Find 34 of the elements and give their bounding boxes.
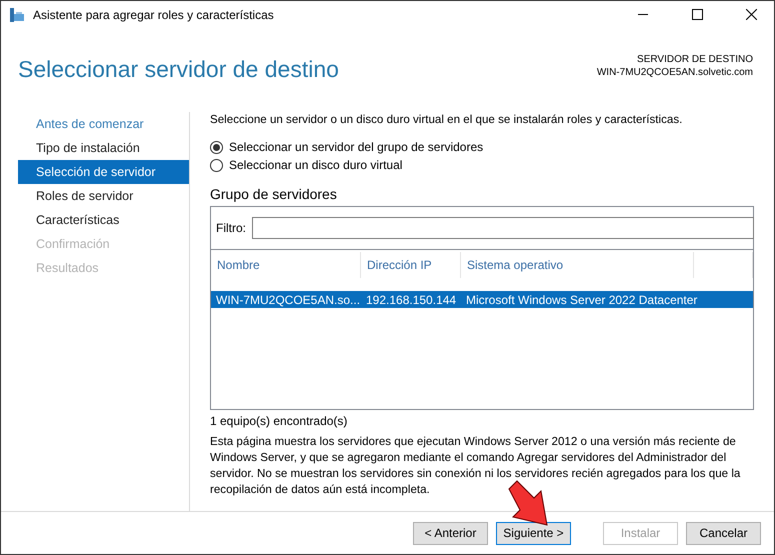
destination-server: WIN-7MU2QCOE5AN.solvetic.com	[596, 67, 753, 78]
table-cell-text: Microsoft Windows Server 2022 Datacenter	[465, 292, 698, 308]
server-row[interactable]: WIN-7MU2QCOE5AN.so... 192.168.150.144 Microsoft Windows Server 2022 Datacenter	[211, 291, 753, 308]
close-icon	[746, 9, 756, 20]
destination-label: SERVIDOR DE DESTINO	[637, 54, 753, 65]
note-text: Esta página muestra los servidores que ejecutan Windows Server 2012 o una versión más reciente de Windows Server, y que se agregaron mediante el comando Agregar servidores del Administrador del servidor. No se muestran los servidores sin conexión ni los servidores recién agregados para los que la recopilación de datos aún está incompleta.	[210, 434, 742, 498]
pointer-arrow-drawing	[507, 479, 549, 527]
table-cell-text: 192.168.150.144	[365, 292, 458, 308]
radio-button[interactable]	[210, 140, 223, 154]
wizard-button[interactable]: < Anterior	[413, 522, 488, 544]
filter-field[interactable]	[252, 217, 754, 239]
filter-label: Filtro:	[216, 221, 246, 235]
column-header[interactable]: Sistema operativo	[461, 252, 694, 278]
maximize-icon	[692, 9, 702, 20]
page-title: Seleccionar servidor de destino	[18, 56, 339, 83]
intro-text: Seleccione un servidor o un disco duro virtual en el que se instalarán roles y características.	[210, 112, 684, 128]
table-cell-text: WIN-7MU2QCOE5AN.so...	[215, 292, 361, 308]
radio-label[interactable]: Seleccionar un disco duro virtual	[229, 158, 402, 172]
minimize-icon	[638, 14, 648, 15]
count-text: 1 equipo(s) encontrado(s)	[210, 414, 348, 428]
sidebar-item[interactable]: Selección de servidor	[18, 160, 189, 184]
sidebar-item[interactable]: Tipo de instalación	[18, 136, 189, 160]
wizard-button[interactable]: Cancelar	[686, 522, 761, 544]
sidebar-item[interactable]: Antes de comenzar	[18, 112, 189, 136]
column-header[interactable]: Nombre	[211, 252, 361, 278]
group-title: Grupo de servidores	[210, 186, 338, 202]
radio-label[interactable]: Seleccionar un servidor del grupo de servidores	[229, 140, 484, 154]
column-header[interactable]: Dirección IP	[361, 252, 461, 278]
sidebar-item[interactable]: Roles de servidor	[18, 184, 189, 208]
radio-button[interactable]	[210, 158, 223, 172]
wizard-icon	[9, 6, 25, 22]
wizard-button[interactable]: Siguiente >	[496, 522, 571, 544]
window-title: Asistente para agregar roles y características	[33, 8, 275, 22]
sidebar-item[interactable]: Características	[18, 208, 189, 232]
